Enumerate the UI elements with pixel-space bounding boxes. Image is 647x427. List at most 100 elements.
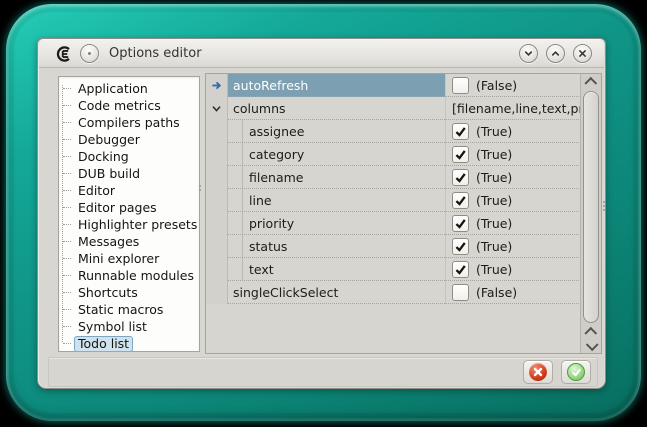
property-name[interactable]: line — [227, 189, 445, 212]
sidebar-item-label: Editor — [74, 183, 119, 199]
tree-line-stub — [63, 343, 71, 344]
coedit-logo-icon — [55, 45, 73, 63]
tree-line-stub — [63, 207, 71, 208]
property-value: (True) — [445, 166, 581, 189]
sidebar-item-shortcuts[interactable]: Shortcuts — [61, 284, 199, 301]
sidebar-item-label: Code metrics — [74, 98, 165, 114]
sidebar-item-compilers-paths[interactable]: Compilers paths — [61, 114, 199, 131]
value-label: (True) — [476, 193, 512, 208]
scrollbar-up-button[interactable] — [581, 76, 601, 89]
property-name[interactable]: text — [227, 258, 445, 281]
property-name[interactable]: filename — [227, 166, 445, 189]
chevron-down-icon[interactable] — [206, 97, 227, 120]
sidebar-item-application[interactable]: Application — [61, 80, 199, 97]
property-grid: autoRefresh(False)columns[filename,line,… — [205, 73, 602, 354]
checkbox-checked[interactable] — [452, 238, 469, 255]
property-value: (True) — [445, 120, 581, 143]
value-label: (True) — [476, 170, 512, 185]
value-label: (True) — [476, 262, 512, 277]
close-button[interactable] — [573, 44, 592, 63]
property-name[interactable]: columns — [227, 97, 445, 120]
property-value: (False) — [445, 281, 581, 304]
sidebar-item-label: Todo list — [74, 336, 133, 352]
screen: Options editor ApplicationCode metricsCo… — [0, 0, 647, 427]
property-name[interactable]: category — [227, 143, 445, 166]
sidebar-item-label: Static macros — [74, 302, 167, 318]
scrollbar-down-button[interactable] — [581, 339, 601, 352]
property-value: (True) — [445, 258, 581, 281]
tree-line-stub — [63, 139, 71, 140]
tree-line-stub — [63, 309, 71, 310]
cancel-button[interactable] — [523, 360, 553, 384]
value-text: [filename,line,text,priority,assigne — [452, 101, 581, 116]
titlebar[interactable]: Options editor — [39, 40, 604, 68]
sidebar-item-dub-build[interactable]: DUB build — [61, 165, 199, 182]
property-name[interactable]: autoRefresh — [227, 74, 445, 97]
sidebar-item-label: Highlighter presets — [74, 217, 200, 233]
sidebar-item-runnable-modules[interactable]: Runnable modules — [61, 267, 199, 284]
sidebar-item-todo-list[interactable]: Todo list — [61, 335, 199, 352]
sidebar-item-messages[interactable]: Messages — [61, 233, 199, 250]
row-gutter — [206, 212, 227, 235]
checkbox-checked[interactable] — [452, 169, 469, 186]
property-row-assignee[interactable]: assignee (True) — [206, 120, 581, 143]
tree-line-stub — [63, 241, 71, 242]
property-row-priority[interactable]: priority(True) — [206, 212, 581, 235]
value-label: (False) — [476, 285, 517, 300]
sidebar-item-editor-pages[interactable]: Editor pages — [61, 199, 199, 216]
sidebar-item-label: Symbol list — [74, 319, 151, 335]
checkbox-checked[interactable] — [452, 261, 469, 278]
property-row-filename[interactable]: filename (True) — [206, 166, 581, 189]
property-row-category[interactable]: category(True) — [206, 143, 581, 166]
property-value: (True) — [445, 143, 581, 166]
checkbox-unchecked[interactable] — [452, 77, 469, 94]
sidebar-item-mini-explorer[interactable]: Mini explorer — [61, 250, 199, 267]
property-row-singleclickselect[interactable]: singleClickSelect (False) — [206, 281, 581, 304]
tree-line-stub — [63, 258, 71, 259]
property-row-status[interactable]: status(True) — [206, 235, 581, 258]
window-menu-button[interactable] — [80, 44, 99, 63]
checkbox-checked[interactable] — [452, 146, 469, 163]
accept-button[interactable] — [561, 360, 591, 384]
property-row-text[interactable]: text (True) — [206, 258, 581, 281]
splitter-grip-left[interactable] — [199, 185, 201, 191]
row-gutter — [206, 281, 227, 304]
grid-vertical-scrollbar[interactable] — [580, 74, 601, 353]
scrollbar-up-button-bottom[interactable] — [581, 326, 601, 339]
splitter-grip-right[interactable] — [603, 201, 605, 211]
checkbox-checked[interactable] — [452, 215, 469, 232]
property-value: (True) — [445, 189, 581, 212]
checkbox-checked[interactable] — [452, 123, 469, 140]
footer-bar — [48, 357, 598, 387]
property-name[interactable]: singleClickSelect — [227, 281, 445, 304]
property-row-line[interactable]: line (True) — [206, 189, 581, 212]
sidebar-item-editor[interactable]: Editor — [61, 182, 199, 199]
property-value[interactable]: [filename,line,text,priority,assigne — [445, 97, 581, 120]
property-name[interactable]: priority — [227, 212, 445, 235]
sidebar-item-static-macros[interactable]: Static macros — [61, 301, 199, 318]
options-editor-window: Options editor ApplicationCode metricsCo… — [37, 38, 606, 389]
sidebar-item-symbol-list[interactable]: Symbol list — [61, 318, 199, 335]
row-gutter — [206, 235, 227, 258]
tree-line-stub — [63, 156, 71, 157]
sidebar-item-debugger[interactable]: Debugger — [61, 131, 199, 148]
sidebar-item-highlighter-presets[interactable]: Highlighter presets — [61, 216, 199, 233]
sidebar-item-label: Compilers paths — [74, 115, 184, 131]
checkbox-unchecked[interactable] — [452, 284, 469, 301]
property-name[interactable]: status — [227, 235, 445, 258]
property-row-columns[interactable]: columns [filename,line,text,priority,assi… — [206, 97, 581, 120]
shade-button[interactable] — [546, 44, 565, 63]
scrollbar-thumb[interactable] — [583, 91, 599, 323]
window-controls — [519, 44, 592, 63]
sidebar-item-code-metrics[interactable]: Code metrics — [61, 97, 199, 114]
value-label: (True) — [476, 124, 512, 139]
tree-line-stub — [63, 292, 71, 293]
property-name[interactable]: assignee — [227, 120, 445, 143]
property-grid-rows: autoRefresh(False)columns[filename,line,… — [206, 74, 581, 353]
chevron-up-icon — [584, 77, 597, 90]
checkbox-checked[interactable] — [452, 192, 469, 209]
sidebar-item-label: Docking — [74, 149, 133, 165]
sidebar-item-docking[interactable]: Docking — [61, 148, 199, 165]
minimize-button[interactable] — [519, 44, 538, 63]
property-row-autorefresh[interactable]: autoRefresh(False) — [206, 74, 581, 97]
